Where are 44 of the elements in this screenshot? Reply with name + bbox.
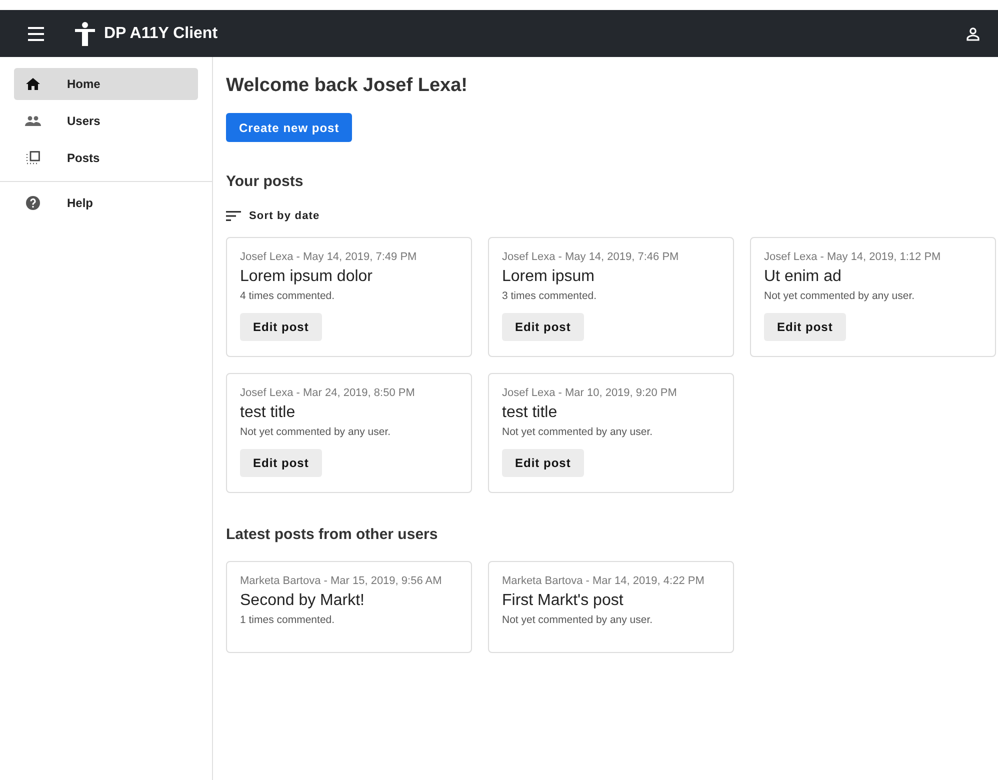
post-meta: Josef Lexa - May 14, 2019, 1:12 PM [764,250,942,264]
post-meta: Josef Lexa - Mar 10, 2019, 9:20 PM [502,386,678,400]
comment-count: 3 times commented. [502,289,598,303]
nav-item[interactable]: Help [14,187,198,219]
help-icon [26,196,40,210]
post-title: test title [502,403,558,423]
app-title: DP A11Y Client [104,24,218,44]
section-heading: Latest posts from other users [226,525,439,545]
create-post-button[interactable]: Create new post [226,113,352,142]
sort-icon [226,210,241,221]
users-icon [25,116,41,126]
comment-count: Not yet commented by any user. [502,612,654,626]
post-title: Lorem ipsum dolor [240,267,374,287]
comment-count: Not yet commented by any user. [502,425,654,439]
post-title: First Markt's post [502,590,624,610]
nav-item[interactable]: Home [14,68,198,100]
post-title: Lorem ipsum [502,267,596,287]
accessibility-icon [74,22,96,46]
home-icon [26,78,40,90]
section-heading: Your posts [226,172,304,192]
post-title: test title [240,403,296,423]
comment-count: 4 times commented. [240,289,336,303]
edit-post-button[interactable]: Edit post [764,313,846,341]
post-meta: Josef Lexa - May 14, 2019, 7:46 PM [502,250,680,264]
post-meta: Marketa Bartova - Mar 15, 2019, 9:56 AM [240,574,443,588]
post-meta: Josef Lexa - Mar 24, 2019, 8:50 PM [240,386,416,400]
edit-post-button[interactable]: Edit post [240,313,322,341]
edit-post-button[interactable]: Edit post [502,449,584,477]
nav-item[interactable]: Posts [14,142,198,174]
post-meta: Marketa Bartova - Mar 14, 2019, 4:22 PM [502,574,706,588]
edit-post-button[interactable]: Edit post [502,313,584,341]
edit-post-button[interactable]: Edit post [240,449,322,477]
post-title: Second by Markt! [240,590,366,610]
welcome-heading: Welcome back Josef Lexa! [226,74,468,98]
comment-count: Not yet commented by any user. [764,289,916,303]
post-meta: Josef Lexa - May 14, 2019, 7:49 PM [240,250,418,264]
menu-icon[interactable] [28,26,44,40]
account-icon[interactable] [966,26,980,40]
posts-icon [26,151,40,165]
post-title: Ut enim ad [764,267,842,287]
comment-count: Not yet commented by any user. [240,425,392,439]
nav-item[interactable]: Users [14,105,198,137]
comment-count: 1 times commented. [240,612,336,626]
sort-button[interactable]: Sort by date [226,208,320,224]
